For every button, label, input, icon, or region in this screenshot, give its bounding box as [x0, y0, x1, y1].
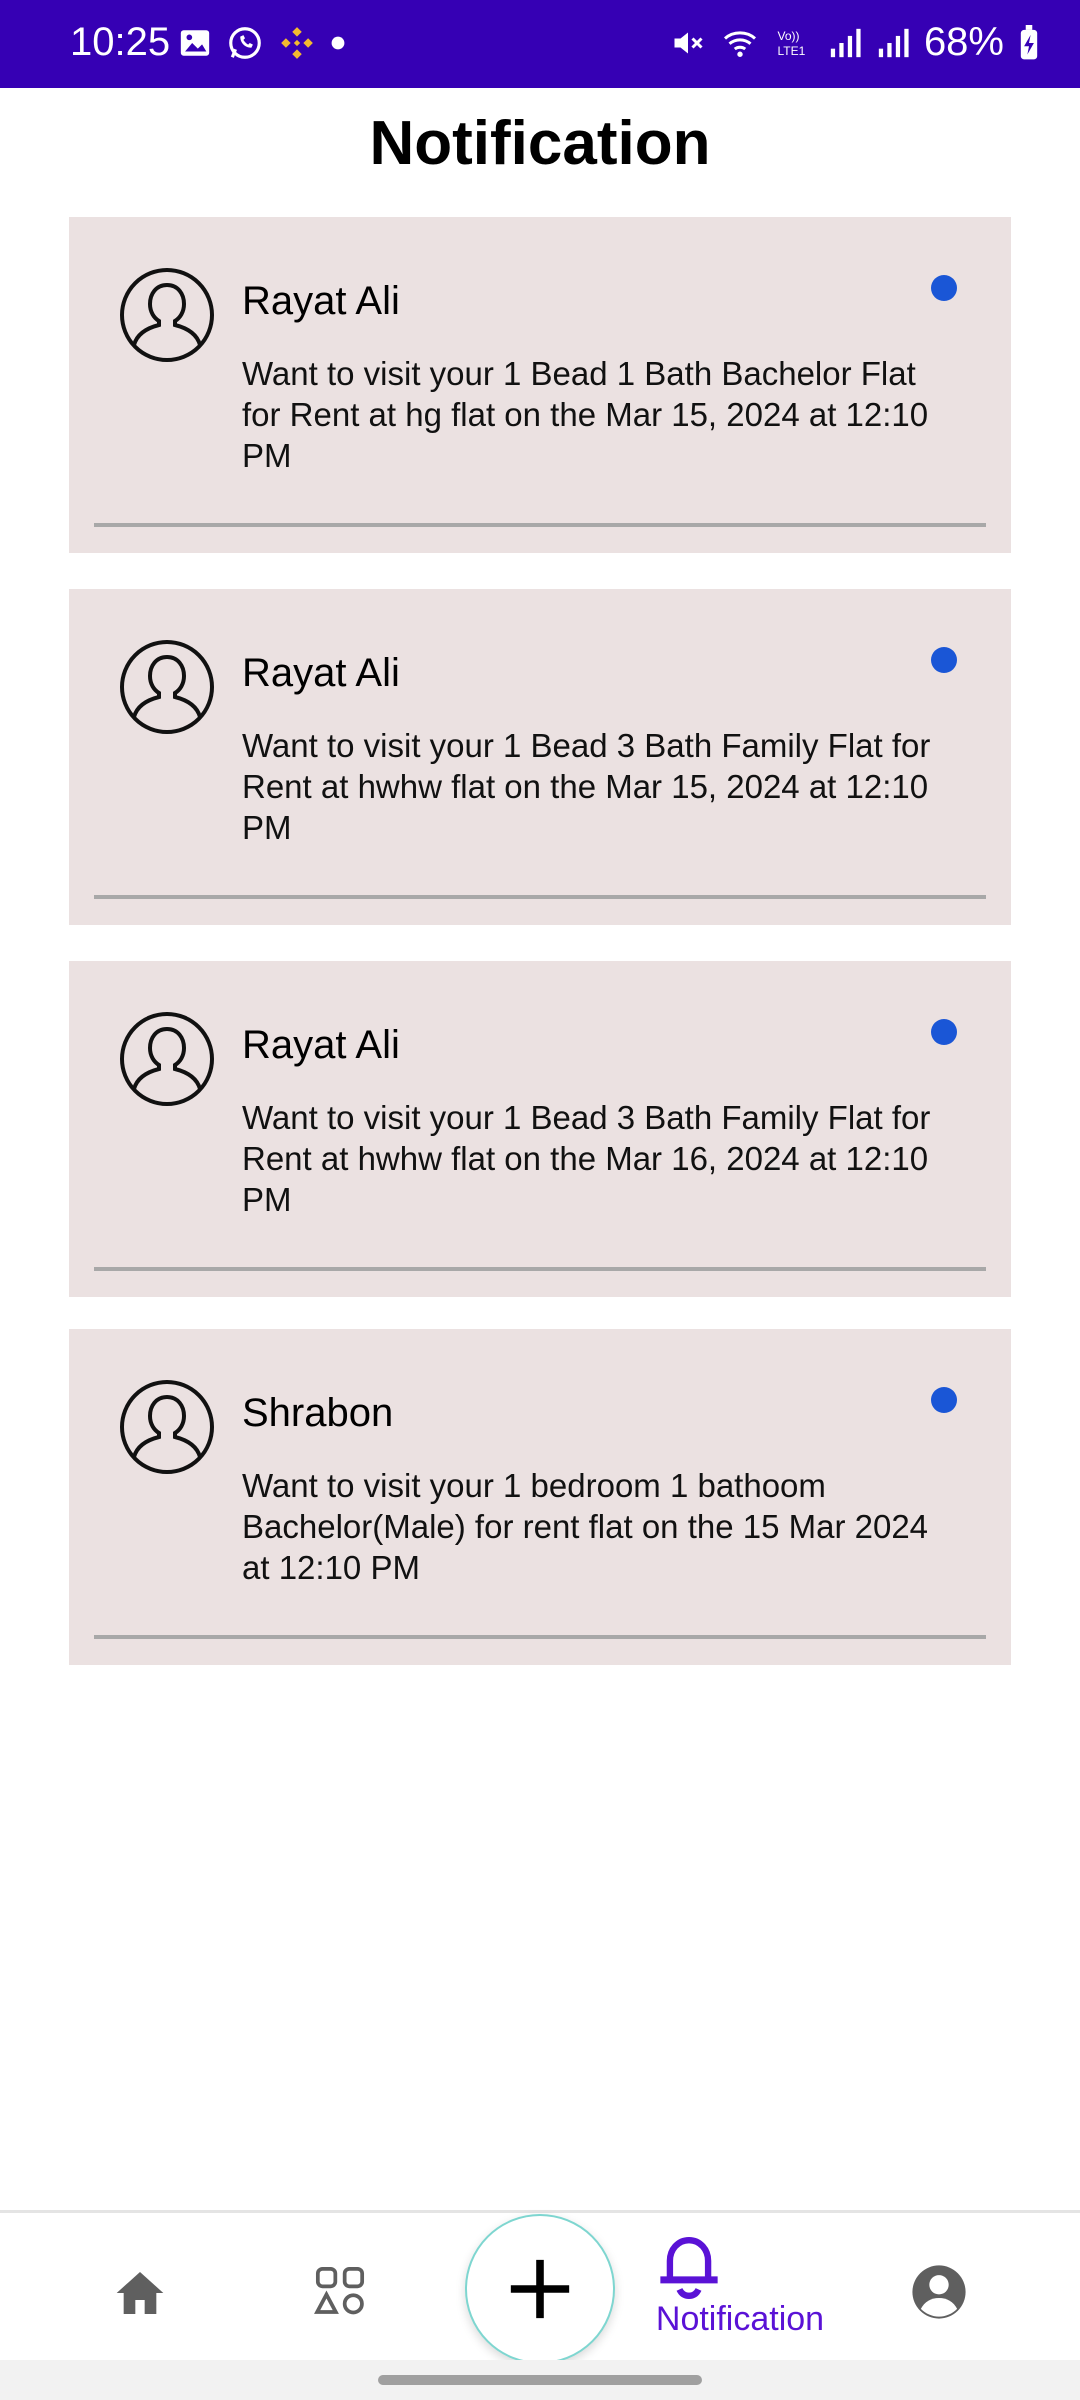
profile-icon[interactable] — [910, 2263, 968, 2321]
notification-card[interactable]: Rayat Ali Want to visit your 1 Bead 3 Ba… — [69, 589, 1011, 925]
unread-indicator — [931, 1019, 957, 1045]
dot-icon — [331, 36, 345, 50]
divider — [94, 1635, 986, 1639]
sender-name: Rayat Ali — [242, 651, 400, 695]
home-icon[interactable] — [112, 2265, 168, 2321]
signal-icon — [878, 28, 909, 57]
notification-card[interactable]: Shrabon Want to visit your 1 bedroom 1 b… — [69, 1329, 1011, 1665]
whatsapp-icon — [229, 27, 261, 59]
unread-indicator — [931, 647, 957, 673]
sender-name: Shrabon — [242, 1391, 394, 1435]
mute-icon — [674, 32, 703, 53]
plus-icon — [510, 2259, 570, 2319]
status-right-icons: Vo)) LTE1 68% — [670, 20, 1040, 65]
notification-message: Want to visit your 1 Bead 1 Bath Bachelo… — [242, 355, 929, 474]
divider — [94, 523, 986, 527]
volte-icon: Vo))LTE1 — [777, 29, 805, 58]
user-avatar-icon — [120, 268, 214, 362]
notification-message: Want to visit your 1 Bead 3 Bath Family … — [242, 1099, 931, 1218]
notification-message: Want to visit your 1 Bead 3 Bath Family … — [242, 727, 931, 846]
battery-charging-icon — [1020, 24, 1038, 59]
add-button[interactable] — [465, 2214, 615, 2364]
divider — [94, 1267, 986, 1271]
divider — [94, 895, 986, 899]
user-avatar-icon — [120, 1012, 214, 1106]
categories-icon[interactable] — [312, 2263, 368, 2319]
status-bar: 10:25 Vo)) LTE1 68% — [0, 0, 1080, 88]
svg-text:Vo)): Vo)) — [777, 29, 799, 43]
wifi-icon — [723, 30, 756, 57]
battery-percent: 68% — [923, 20, 1004, 64]
notification-card[interactable]: Rayat Ali Want to visit your 1 Bead 3 Ba… — [69, 961, 1011, 1297]
notification-message: Want to visit your 1 bedroom 1 bathoom B… — [242, 1467, 929, 1586]
user-avatar-icon — [120, 1380, 214, 1474]
svg-text:LTE1: LTE1 — [777, 44, 805, 58]
user-avatar-icon — [120, 640, 214, 734]
binance-icon — [281, 27, 313, 59]
notification-card[interactable]: Rayat Ali Want to visit your 1 Bead 1 Ba… — [69, 217, 1011, 553]
signal-icon — [830, 28, 861, 57]
status-left-icons — [178, 24, 346, 62]
unread-indicator — [931, 1387, 957, 1413]
unread-indicator — [931, 275, 957, 301]
home-gesture-bar[interactable] — [378, 2375, 702, 2385]
gallery-icon — [180, 30, 210, 56]
sender-name: Rayat Ali — [242, 279, 400, 323]
page-title: Notification — [369, 109, 711, 178]
status-time: 10:25 — [70, 20, 171, 64]
sender-name: Rayat Ali — [242, 1023, 400, 1067]
nav-label-notification[interactable]: Notification — [640, 2300, 840, 2339]
bell-icon[interactable] — [650, 2229, 728, 2299]
